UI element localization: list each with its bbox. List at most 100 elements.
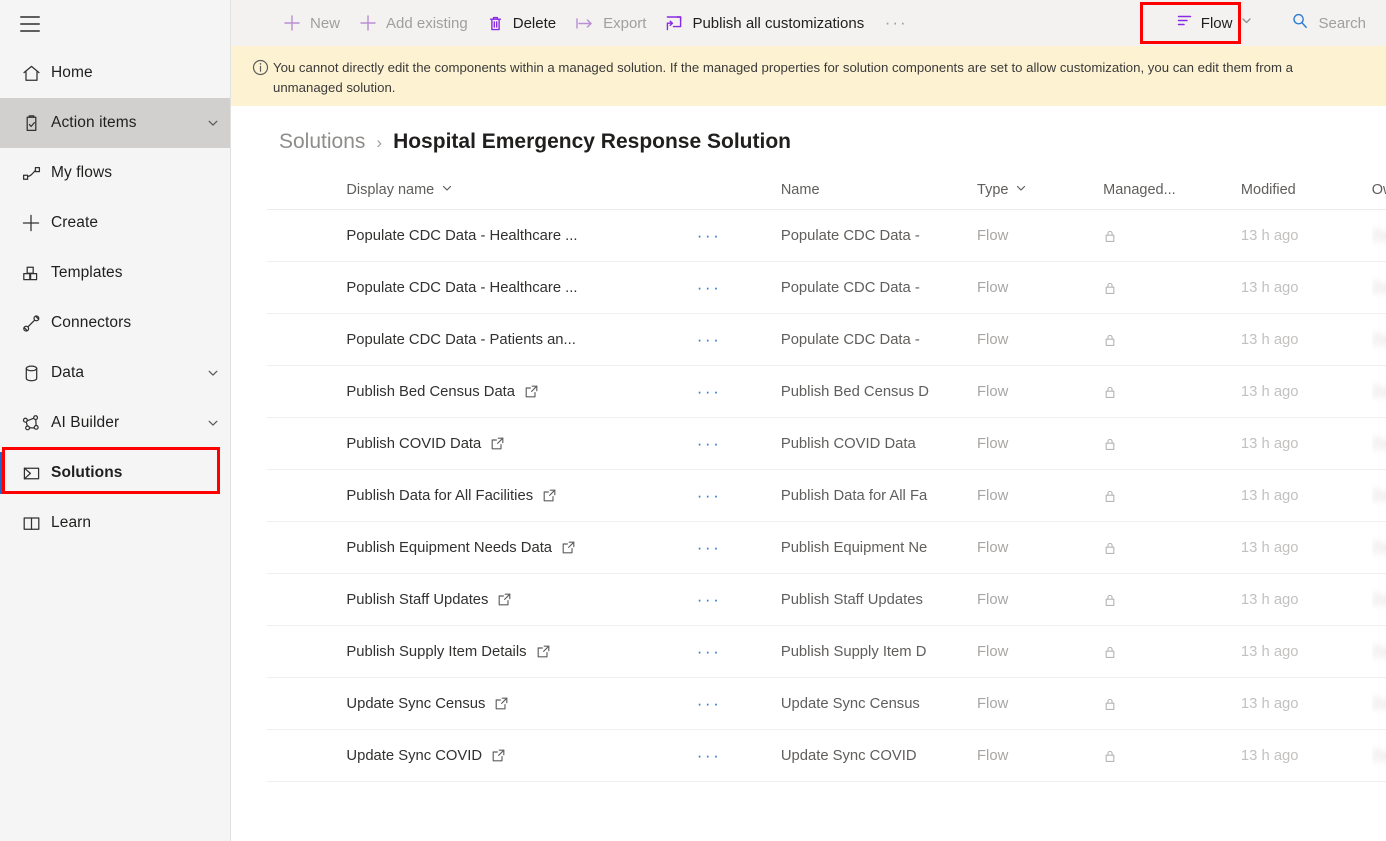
column-header-display-name[interactable]: Display name xyxy=(346,154,696,210)
name-cell: Update Sync Census xyxy=(781,678,977,730)
delete-button[interactable]: Delete xyxy=(477,0,565,46)
column-header-owner[interactable]: Owner xyxy=(1372,154,1386,210)
external-link-icon[interactable] xyxy=(536,644,551,659)
row-select-cell[interactable] xyxy=(267,574,346,626)
type-cell: Flow xyxy=(977,210,1103,262)
row-select-cell[interactable] xyxy=(267,366,346,418)
table-row[interactable]: Publish Data for All Facilities···Publis… xyxy=(267,470,1386,522)
row-context-menu-button[interactable]: ··· xyxy=(697,694,721,713)
modified-value: 13 h ago xyxy=(1241,644,1299,660)
table-row[interactable]: Update Sync Census···Update Sync CensusF… xyxy=(267,678,1386,730)
sidebar-item-solutions[interactable]: Solutions xyxy=(0,448,230,498)
table-row[interactable]: Populate CDC Data - Patients an...···Pop… xyxy=(267,314,1386,366)
display-name-link[interactable]: Update Sync COVID xyxy=(346,748,482,764)
sidebar-item-my-flows[interactable]: My flows xyxy=(0,148,230,198)
managed-cell xyxy=(1103,730,1241,782)
column-header-modified[interactable]: Modified xyxy=(1241,154,1372,210)
row-context-menu-button[interactable]: ··· xyxy=(697,434,721,453)
display-name-cell: Publish COVID Data xyxy=(346,418,696,470)
column-header-managed[interactable]: Managed... xyxy=(1103,154,1241,210)
display-name-link[interactable]: Publish Bed Census Data xyxy=(346,384,515,400)
row-context-menu-button[interactable]: ··· xyxy=(697,226,721,245)
external-link-icon[interactable] xyxy=(494,696,509,711)
row-select-cell[interactable] xyxy=(267,314,346,366)
lock-icon xyxy=(1103,437,1241,451)
toolbar-overflow-button[interactable]: ··· xyxy=(877,0,915,46)
publish-all-customizations-button[interactable]: Publish all customizations xyxy=(655,0,873,46)
table-row[interactable]: Update Sync COVID···Update Sync COVIDFlo… xyxy=(267,730,1386,782)
table-row[interactable]: Populate CDC Data - Healthcare ...···Pop… xyxy=(267,210,1386,262)
row-select-cell[interactable] xyxy=(267,262,346,314)
row-select-cell[interactable] xyxy=(267,678,346,730)
external-link-icon[interactable] xyxy=(524,384,539,399)
row-context-menu-button[interactable]: ··· xyxy=(697,382,721,401)
table-header: Display name Name Type xyxy=(267,154,1386,210)
row-context-menu-button[interactable]: ··· xyxy=(697,746,721,765)
toolbar-button-label: Delete xyxy=(513,15,556,32)
table-row[interactable]: Publish Staff Updates ··· Publish Staff Up… xyxy=(267,574,1386,626)
row-context-menu-button[interactable]: ··· xyxy=(697,330,721,349)
row-select-cell[interactable] xyxy=(267,418,346,470)
display-name-cell: Publish Staff Updates xyxy=(346,574,696,626)
external-link-icon[interactable] xyxy=(491,748,506,763)
row-context-menu-button[interactable]: ··· xyxy=(697,590,721,609)
row-select-cell[interactable] xyxy=(267,522,346,574)
flow-filter-button[interactable]: Flow xyxy=(1164,6,1266,40)
display-name-link[interactable]: Publish COVID Data xyxy=(346,436,481,452)
external-link-icon[interactable] xyxy=(490,436,505,451)
row-context-menu-button[interactable]: ··· xyxy=(697,486,721,505)
display-name-link[interactable]: Populate CDC Data - Patients an... xyxy=(346,332,575,348)
external-link-icon[interactable] xyxy=(542,488,557,503)
modified-value: 13 h ago xyxy=(1241,748,1299,764)
display-name-link[interactable]: Publish Staff Updates xyxy=(346,592,488,608)
sidebar-item-ai-builder[interactable]: AI Builder xyxy=(0,398,230,448)
row-select-cell[interactable] xyxy=(267,730,346,782)
display-name-link[interactable]: Publish Supply Item Details xyxy=(346,644,526,660)
name-cell: Publish Equipment Ne xyxy=(781,522,977,574)
managed-cell xyxy=(1103,574,1241,626)
row-select-cell[interactable] xyxy=(267,470,346,522)
sidebar-item-learn[interactable]: Learn xyxy=(0,498,230,548)
external-link-icon[interactable] xyxy=(561,540,576,555)
row-select-cell[interactable] xyxy=(267,626,346,678)
row-context-menu-button[interactable]: ··· xyxy=(697,642,721,661)
display-name-link[interactable]: Update Sync Census xyxy=(346,696,485,712)
row-context-menu-button[interactable]: ··· xyxy=(697,538,721,557)
hamburger-icon[interactable] xyxy=(6,0,54,48)
external-link-icon[interactable] xyxy=(497,592,512,607)
name-value: Publish Staff Updates xyxy=(781,592,949,608)
row-menu-column-header xyxy=(697,154,781,210)
sidebar-item-create[interactable]: Create xyxy=(0,198,230,248)
table-row[interactable]: Publish COVID Data···Publish COVID DataF… xyxy=(267,418,1386,470)
breadcrumb-separator-icon: › xyxy=(376,133,382,153)
table-row[interactable]: Publish Bed Census Data···Publish Bed Ce… xyxy=(267,366,1386,418)
row-context-menu-button[interactable]: ··· xyxy=(697,278,721,297)
plus-icon xyxy=(358,13,378,33)
search-input[interactable]: Search xyxy=(1281,6,1378,40)
sidebar-item-action-items[interactable]: Action items xyxy=(0,98,230,148)
name-value: Publish Supply Item D xyxy=(781,644,949,660)
table-row[interactable]: Publish Equipment Needs Data ··· Publish E… xyxy=(267,522,1386,574)
display-name-link[interactable]: Populate CDC Data - Healthcare ... xyxy=(346,280,577,296)
sidebar-item-home[interactable]: Home xyxy=(0,48,230,98)
sidebar-item-connectors[interactable]: Connectors xyxy=(0,298,230,348)
owner-value: Zubin Alexandra xyxy=(1372,280,1386,296)
column-header-name[interactable]: Name xyxy=(781,154,977,210)
table-row[interactable]: Publish Supply Item Details ··· Publish Su… xyxy=(267,626,1386,678)
display-name-link[interactable]: Populate CDC Data - Healthcare ... xyxy=(346,228,577,244)
modified-cell: 13 h ago xyxy=(1241,678,1372,730)
sidebar-item-templates[interactable]: Templates xyxy=(0,248,230,298)
display-name-link[interactable]: Publish Data for All Facilities xyxy=(346,488,533,504)
breadcrumb-parent-link[interactable]: Solutions xyxy=(279,130,365,154)
sidebar-item-data[interactable]: Data xyxy=(0,348,230,398)
lock-icon xyxy=(1103,281,1241,295)
row-select-cell[interactable] xyxy=(267,210,346,262)
column-header-type[interactable]: Type xyxy=(977,154,1103,210)
owner-cell: Zubin Alexandra xyxy=(1372,730,1386,782)
column-header-modified-label: Modified xyxy=(1241,182,1296,198)
type-cell: Flow xyxy=(977,314,1103,366)
lock-icon xyxy=(1103,697,1241,711)
table-row[interactable]: Populate CDC Data - Healthcare ...···Pop… xyxy=(267,262,1386,314)
display-name-link[interactable]: Publish Equipment Needs Data xyxy=(346,540,552,556)
column-header-owner-label: Owner xyxy=(1372,182,1386,198)
